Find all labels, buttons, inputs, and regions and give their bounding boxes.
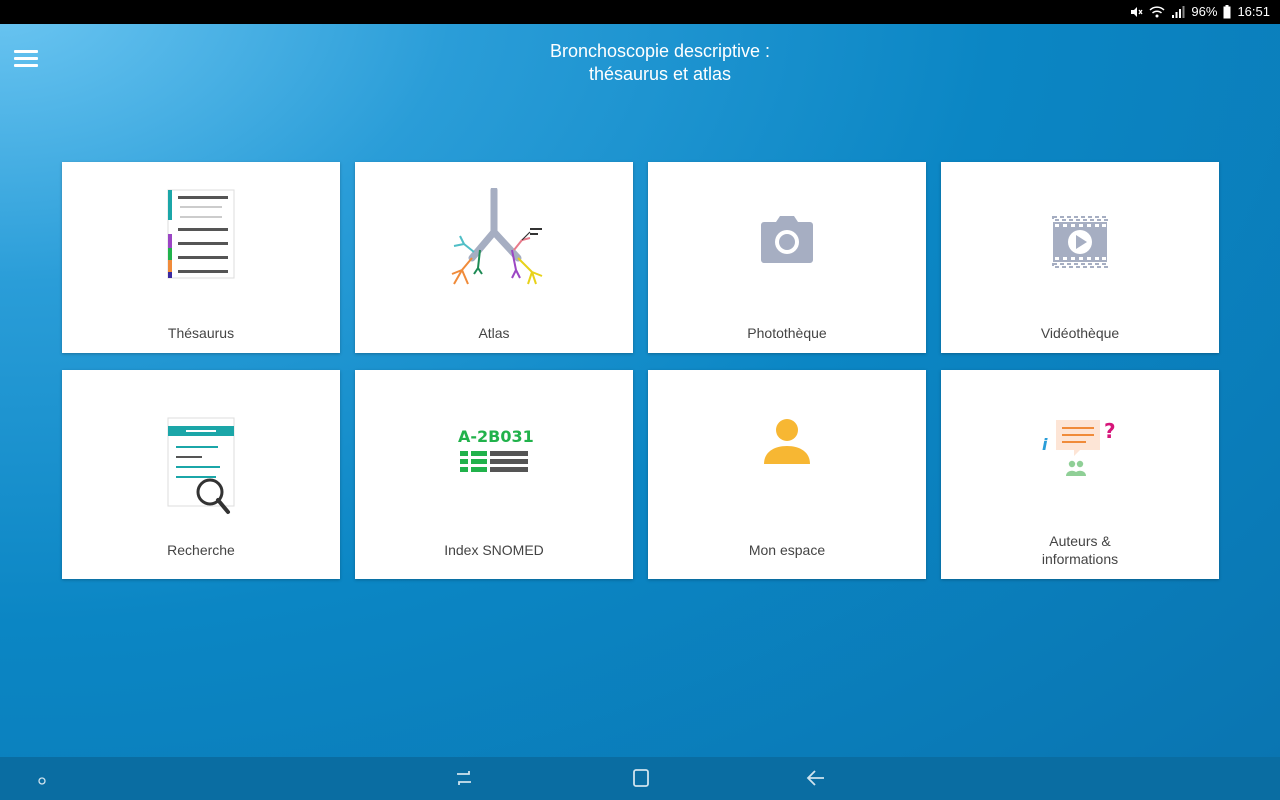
clock: 16:51	[1237, 4, 1270, 19]
thesaurus-icon	[166, 188, 236, 285]
tile-atlas[interactable]: Atlas	[355, 162, 633, 353]
tile-index-snomed[interactable]: A-2B031 Index SNOMED	[355, 370, 633, 579]
page-title-line2: thésaurus et atlas	[588, 64, 732, 84]
tile-videotheque[interactable]: Vidéothèque	[941, 162, 1219, 353]
video-icon	[1052, 214, 1108, 275]
hamburger-icon-bar	[14, 50, 38, 53]
battery-icon	[1223, 4, 1231, 19]
signal-icon	[1171, 5, 1185, 19]
tile-phototheque-label: Photothèque	[747, 325, 827, 341]
hamburger-icon-bar	[14, 64, 38, 67]
tile-thesaurus[interactable]: Thésaurus	[62, 162, 340, 353]
tile-mon-espace-label: Mon espace	[748, 542, 826, 558]
back-button[interactable]	[806, 767, 826, 794]
svg-text:?: ?	[1104, 419, 1116, 443]
person-icon	[762, 418, 812, 471]
camera-icon	[760, 216, 814, 269]
menu-button[interactable]	[12, 48, 40, 70]
bronchial-tree-icon	[442, 186, 546, 295]
mute-icon	[1129, 5, 1143, 19]
battery-percent: 96%	[1191, 4, 1218, 19]
info-chat-icon: i ?	[1042, 418, 1118, 483]
tile-auteurs-label-line2: informations	[1041, 551, 1119, 567]
wifi-icon	[1149, 5, 1165, 19]
hamburger-icon-bar	[14, 57, 38, 60]
snomed-code: A-2B031	[458, 427, 534, 446]
tile-auteurs-label-line1: Auteurs &	[1049, 533, 1111, 549]
page-title: Bronchoscopie descriptive : thésaurus et…	[440, 40, 880, 86]
svg-text:i: i	[1042, 435, 1048, 454]
tile-auteurs-informations[interactable]: i ? Auteurs & informations	[941, 370, 1219, 579]
page-title-line1: Bronchoscopie descriptive :	[549, 41, 771, 61]
nav-dot-button[interactable]	[37, 773, 47, 791]
snomed-index-icon: A-2B031	[458, 427, 534, 478]
tile-index-snomed-label: Index SNOMED	[444, 542, 544, 558]
tile-mon-espace[interactable]: Mon espace	[648, 370, 926, 579]
tile-videotheque-label: Vidéothèque	[1040, 325, 1120, 341]
tile-phototheque[interactable]: Photothèque	[648, 162, 926, 353]
system-navigation-bar	[0, 757, 1280, 800]
tile-recherche-label: Recherche	[167, 542, 235, 558]
tile-auteurs-informations-label: Auteurs & informations	[941, 532, 1219, 568]
recent-apps-button[interactable]	[454, 767, 474, 794]
tile-recherche[interactable]: Recherche	[62, 370, 340, 579]
tile-thesaurus-label: Thésaurus	[167, 325, 235, 341]
status-bar: 96% 16:51	[0, 0, 1280, 24]
tile-atlas-label: Atlas	[478, 325, 510, 341]
home-button[interactable]	[631, 767, 651, 794]
search-document-icon	[166, 416, 236, 521]
